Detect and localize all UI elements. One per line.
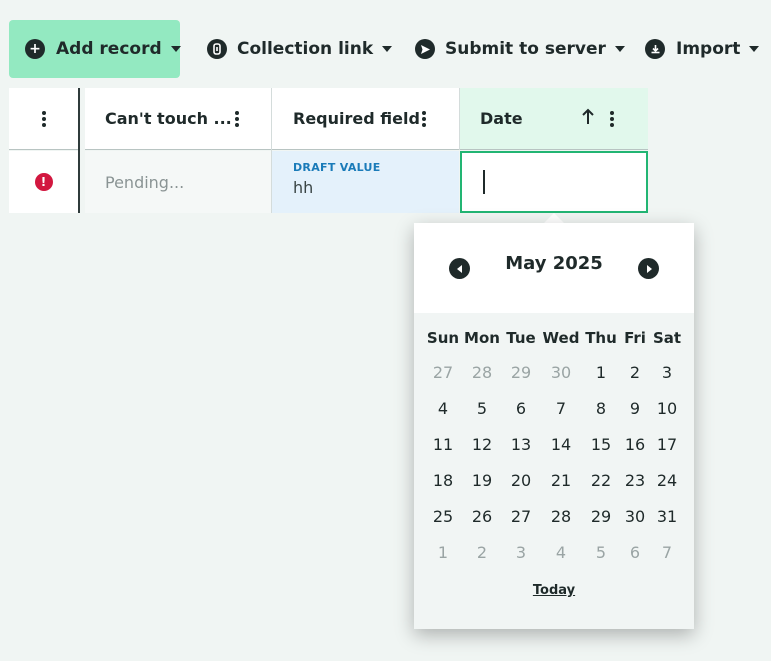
column-header-label: Can't touch ...	[105, 109, 232, 128]
calendar-day[interactable]: 1	[584, 359, 618, 387]
calendar-day-outside-month[interactable]: 6	[618, 539, 652, 567]
plus-circle-icon: +	[25, 39, 45, 59]
column-header-cant-touch[interactable]: Can't touch ...	[85, 88, 271, 150]
download-icon	[645, 39, 665, 59]
kebab-menu-icon[interactable]	[422, 111, 426, 127]
calendar-day-outside-month[interactable]: 4	[544, 539, 578, 567]
chevron-down-icon	[614, 46, 625, 52]
calendar-day[interactable]: 11	[426, 431, 460, 459]
row-status-cell: !	[9, 151, 78, 213]
calendar-day[interactable]: 26	[465, 503, 499, 531]
chevron-down-icon	[382, 46, 393, 52]
weekday-label: Mon	[464, 329, 500, 347]
popover-arrow	[544, 213, 564, 223]
chevron-down-icon	[170, 46, 181, 52]
weekday-label: Sat	[652, 329, 682, 347]
calendar-day[interactable]: 7	[544, 395, 578, 423]
calendar-day-outside-month[interactable]: 2	[465, 539, 499, 567]
calendar-day-outside-month[interactable]: 30	[544, 359, 578, 387]
import-button[interactable]: Import	[645, 20, 760, 78]
column-header-date[interactable]: Date	[460, 88, 648, 150]
calendar-header: May 2025	[414, 223, 694, 313]
calendar-day[interactable]: 10	[650, 395, 684, 423]
text-caret	[483, 170, 485, 194]
weekday-label: Wed	[542, 329, 580, 347]
column-header-required-field[interactable]: Required field	[272, 88, 459, 150]
app-stage: + Add record Collection link Submit to s…	[0, 0, 771, 661]
calendar-day-outside-month[interactable]: 28	[465, 359, 499, 387]
next-month-button[interactable]	[638, 258, 659, 279]
send-icon	[415, 39, 435, 59]
calendar-day-outside-month[interactable]: 1	[426, 539, 460, 567]
add-record-label: Add record	[56, 39, 162, 59]
cell-value: hh	[293, 178, 314, 197]
collection-link-label: Collection link	[237, 39, 374, 59]
calendar-day[interactable]: 23	[618, 467, 652, 495]
calendar-day[interactable]: 31	[650, 503, 684, 531]
calendar-day[interactable]: 25	[426, 503, 460, 531]
calendar-day[interactable]: 30	[618, 503, 652, 531]
calendar-day[interactable]: 17	[650, 431, 684, 459]
calendar-day[interactable]: 16	[618, 431, 652, 459]
calendar-day[interactable]: 15	[584, 431, 618, 459]
calendar-day[interactable]: 13	[504, 431, 538, 459]
submit-label: Submit to server	[445, 39, 606, 59]
calendar-day[interactable]: 20	[504, 467, 538, 495]
calendar-day[interactable]: 3	[650, 359, 684, 387]
calendar-day-outside-month[interactable]: 5	[584, 539, 618, 567]
calendar-day[interactable]: 14	[544, 431, 578, 459]
import-label: Import	[676, 39, 741, 59]
date-input[interactable]	[462, 153, 646, 211]
calendar-day[interactable]: 2	[618, 359, 652, 387]
weekday-label: Sun	[426, 329, 460, 347]
cell-required-field[interactable]: DRAFT VALUE hh	[272, 151, 459, 213]
error-icon[interactable]: !	[34, 173, 53, 191]
calendar-day-outside-month[interactable]: 7	[650, 539, 684, 567]
today-button[interactable]: Today	[414, 583, 694, 598]
calendar-day[interactable]: 27	[504, 503, 538, 531]
calendar-day[interactable]: 19	[465, 467, 499, 495]
add-record-button[interactable]: + Add record	[9, 20, 181, 78]
row-menu-header	[9, 88, 78, 150]
collection-link-button[interactable]: Collection link	[207, 20, 393, 78]
chevron-right-icon	[646, 264, 652, 273]
column-header-label: Date	[480, 109, 523, 128]
calendar-day[interactable]: 12	[465, 431, 499, 459]
chevron-down-icon	[749, 46, 760, 52]
calendar-day-outside-month[interactable]: 3	[504, 539, 538, 567]
calendar-day-outside-month[interactable]: 27	[426, 359, 460, 387]
date-picker-popover: May 2025 Sun Mon Tue Wed Thu Fri Sat 27 28 29 30 1…	[414, 223, 694, 629]
calendar-day[interactable]: 18	[426, 467, 460, 495]
cell-value: Pending...	[105, 172, 185, 192]
calendar-day[interactable]: 6	[504, 395, 538, 423]
cell-date-editor[interactable]	[460, 151, 648, 213]
submit-to-server-button[interactable]: Submit to server	[415, 20, 625, 78]
calendar-day[interactable]: 28	[544, 503, 578, 531]
calendar-day-outside-month[interactable]: 29	[504, 359, 538, 387]
calendar-day[interactable]: 9	[618, 395, 652, 423]
calendar-day[interactable]: 24	[650, 467, 684, 495]
link-icon	[207, 39, 227, 59]
sort-ascending-icon[interactable]	[581, 108, 595, 130]
kebab-menu-icon[interactable]	[41, 110, 46, 127]
calendar-day[interactable]: 5	[465, 395, 499, 423]
frozen-column-divider	[78, 88, 80, 213]
calendar-day[interactable]: 21	[544, 467, 578, 495]
cell-cant-touch: Pending...	[85, 151, 271, 213]
calendar-day[interactable]: 29	[584, 503, 618, 531]
column-header-label: Required field	[293, 109, 420, 128]
kebab-menu-icon[interactable]	[235, 111, 239, 127]
draft-value-badge: DRAFT VALUE	[293, 161, 381, 174]
calendar-day[interactable]: 4	[426, 395, 460, 423]
weekday-label: Tue	[506, 329, 536, 347]
kebab-menu-icon[interactable]	[610, 111, 614, 127]
calendar-day[interactable]: 8	[584, 395, 618, 423]
calendar-day[interactable]: 22	[584, 467, 618, 495]
